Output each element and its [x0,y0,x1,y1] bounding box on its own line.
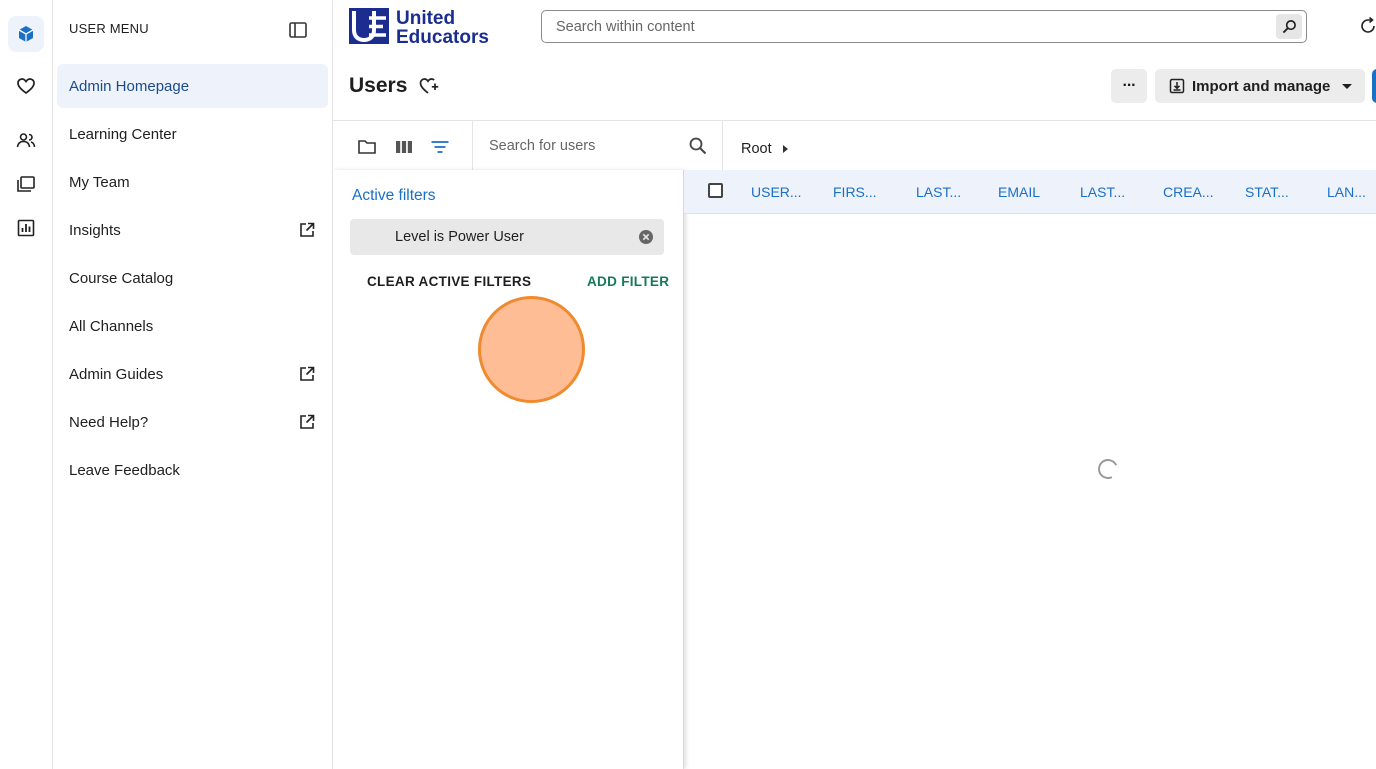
sidebar-item-label: Course Catalog [69,269,174,287]
column-header-last-access[interactable]: LAST... [1080,184,1125,200]
clear-active-filters-button[interactable]: CLEAR ACTIVE FILTERS [367,274,531,289]
sidebar-item-admin-homepage[interactable]: Admin Homepage [57,64,328,108]
users-table-header: USER... FIRS... LAST... EMAIL LAST... CR… [684,170,1376,214]
logo-line-1: United [396,8,455,29]
cube-icon [18,26,34,42]
columns-button[interactable] [392,135,416,159]
click-indicator [478,296,585,403]
people-icon [16,133,36,148]
import-icon [1169,78,1185,94]
home-rail-button[interactable] [8,16,44,52]
sidebar-item-label: Leave Feedback [69,461,180,479]
favorites-rail-button[interactable] [8,68,44,104]
toolbar-divider [722,121,723,170]
more-options-label: ··· [1122,77,1137,94]
sidebar-item-need-help[interactable]: Need Help? [57,400,328,444]
chart-icon [17,219,35,237]
external-link-icon [300,222,315,237]
breadcrumb[interactable]: Root [741,141,788,157]
column-header-last-name[interactable]: LAST... [916,184,961,200]
search-icon [1282,20,1296,34]
sidebar-collapse-icon[interactable] [287,19,309,41]
column-header-username[interactable]: USER... [751,184,802,200]
content-search-input[interactable] [556,17,1256,37]
column-header-status[interactable]: STAT... [1245,184,1289,200]
import-and-manage-button[interactable]: Import and manage [1155,69,1365,103]
header-divider [333,120,1376,121]
team-rail-button[interactable] [8,122,44,158]
select-all-checkbox[interactable] [708,183,723,198]
filter-button[interactable] [428,135,452,159]
content-rail-button[interactable] [8,166,44,202]
sidebar-item-all-channels[interactable]: All Channels [57,304,328,348]
icon-rail [0,0,53,769]
more-options-button[interactable]: ··· [1111,69,1147,103]
content-search-button[interactable] [1276,14,1302,39]
sidebar-item-label: Admin Homepage [69,77,190,95]
sidebar-item-learning-center[interactable]: Learning Center [57,112,328,156]
filter-chip-label: Level is Power User [395,229,524,245]
add-filter-button[interactable]: ADD FILTER [587,274,669,289]
sidebar-item-label: Need Help? [69,413,149,431]
toolbar-divider [472,121,473,170]
column-header-first-name[interactable]: FIRS... [833,184,877,200]
external-link-icon [300,414,315,429]
united-educators-logo[interactable]: United Educators UE [349,8,499,46]
user-menu-sidebar: USER MENU Admin Homepage Learning Center… [53,0,333,769]
sidebar-item-label: My Team [69,173,130,191]
chevron-down-icon [1342,83,1353,89]
loading-spinner-icon [1095,456,1121,482]
sidebar-item-my-team[interactable]: My Team [57,160,328,204]
column-header-email[interactable]: EMAIL [998,184,1040,200]
folders-icon [17,176,35,192]
close-circle-icon[interactable] [638,229,654,245]
refresh-icon[interactable] [1358,16,1376,36]
reports-rail-button[interactable] [8,210,44,246]
favorite-heart-plus-icon[interactable] [418,75,440,97]
filter-icon [431,141,449,153]
heart-icon [17,78,35,95]
sidebar-item-admin-guides[interactable]: Admin Guides [57,352,328,396]
primary-action-button[interactable] [1372,69,1376,103]
sidebar-item-label: Admin Guides [69,365,164,383]
chevron-right-icon[interactable] [782,145,788,153]
sidebar-item-course-catalog[interactable]: Course Catalog [57,256,328,300]
sidebar-item-label: All Channels [69,317,154,335]
active-filters-title: Active filters [352,187,436,204]
sidebar-item-insights[interactable]: Insights [57,208,328,252]
column-header-language[interactable]: LAN... [1327,184,1366,200]
breadcrumb-root[interactable]: Root [741,141,772,157]
search-icon[interactable] [688,136,708,156]
logo-line-2: Educators [396,27,489,46]
import-and-manage-label: Import and manage [1192,77,1331,95]
folder-view-button[interactable] [355,135,379,159]
filter-chip[interactable]: Level is Power User [350,219,664,255]
sidebar-item-leave-feedback[interactable]: Leave Feedback [57,448,328,492]
active-filters-panel: Active filters Level is Power User CLEAR… [333,170,684,769]
sidebar-header: USER MENU [69,21,149,36]
content-search [541,10,1307,43]
column-header-created[interactable]: CREA... [1163,184,1214,200]
folder-icon [358,140,376,154]
sidebar-item-label: Insights [69,221,121,239]
user-search-input[interactable] [489,136,679,156]
sidebar-item-label: Learning Center [69,125,177,143]
external-link-icon [300,366,315,381]
columns-icon [396,141,412,153]
page-title: Users [349,74,408,97]
